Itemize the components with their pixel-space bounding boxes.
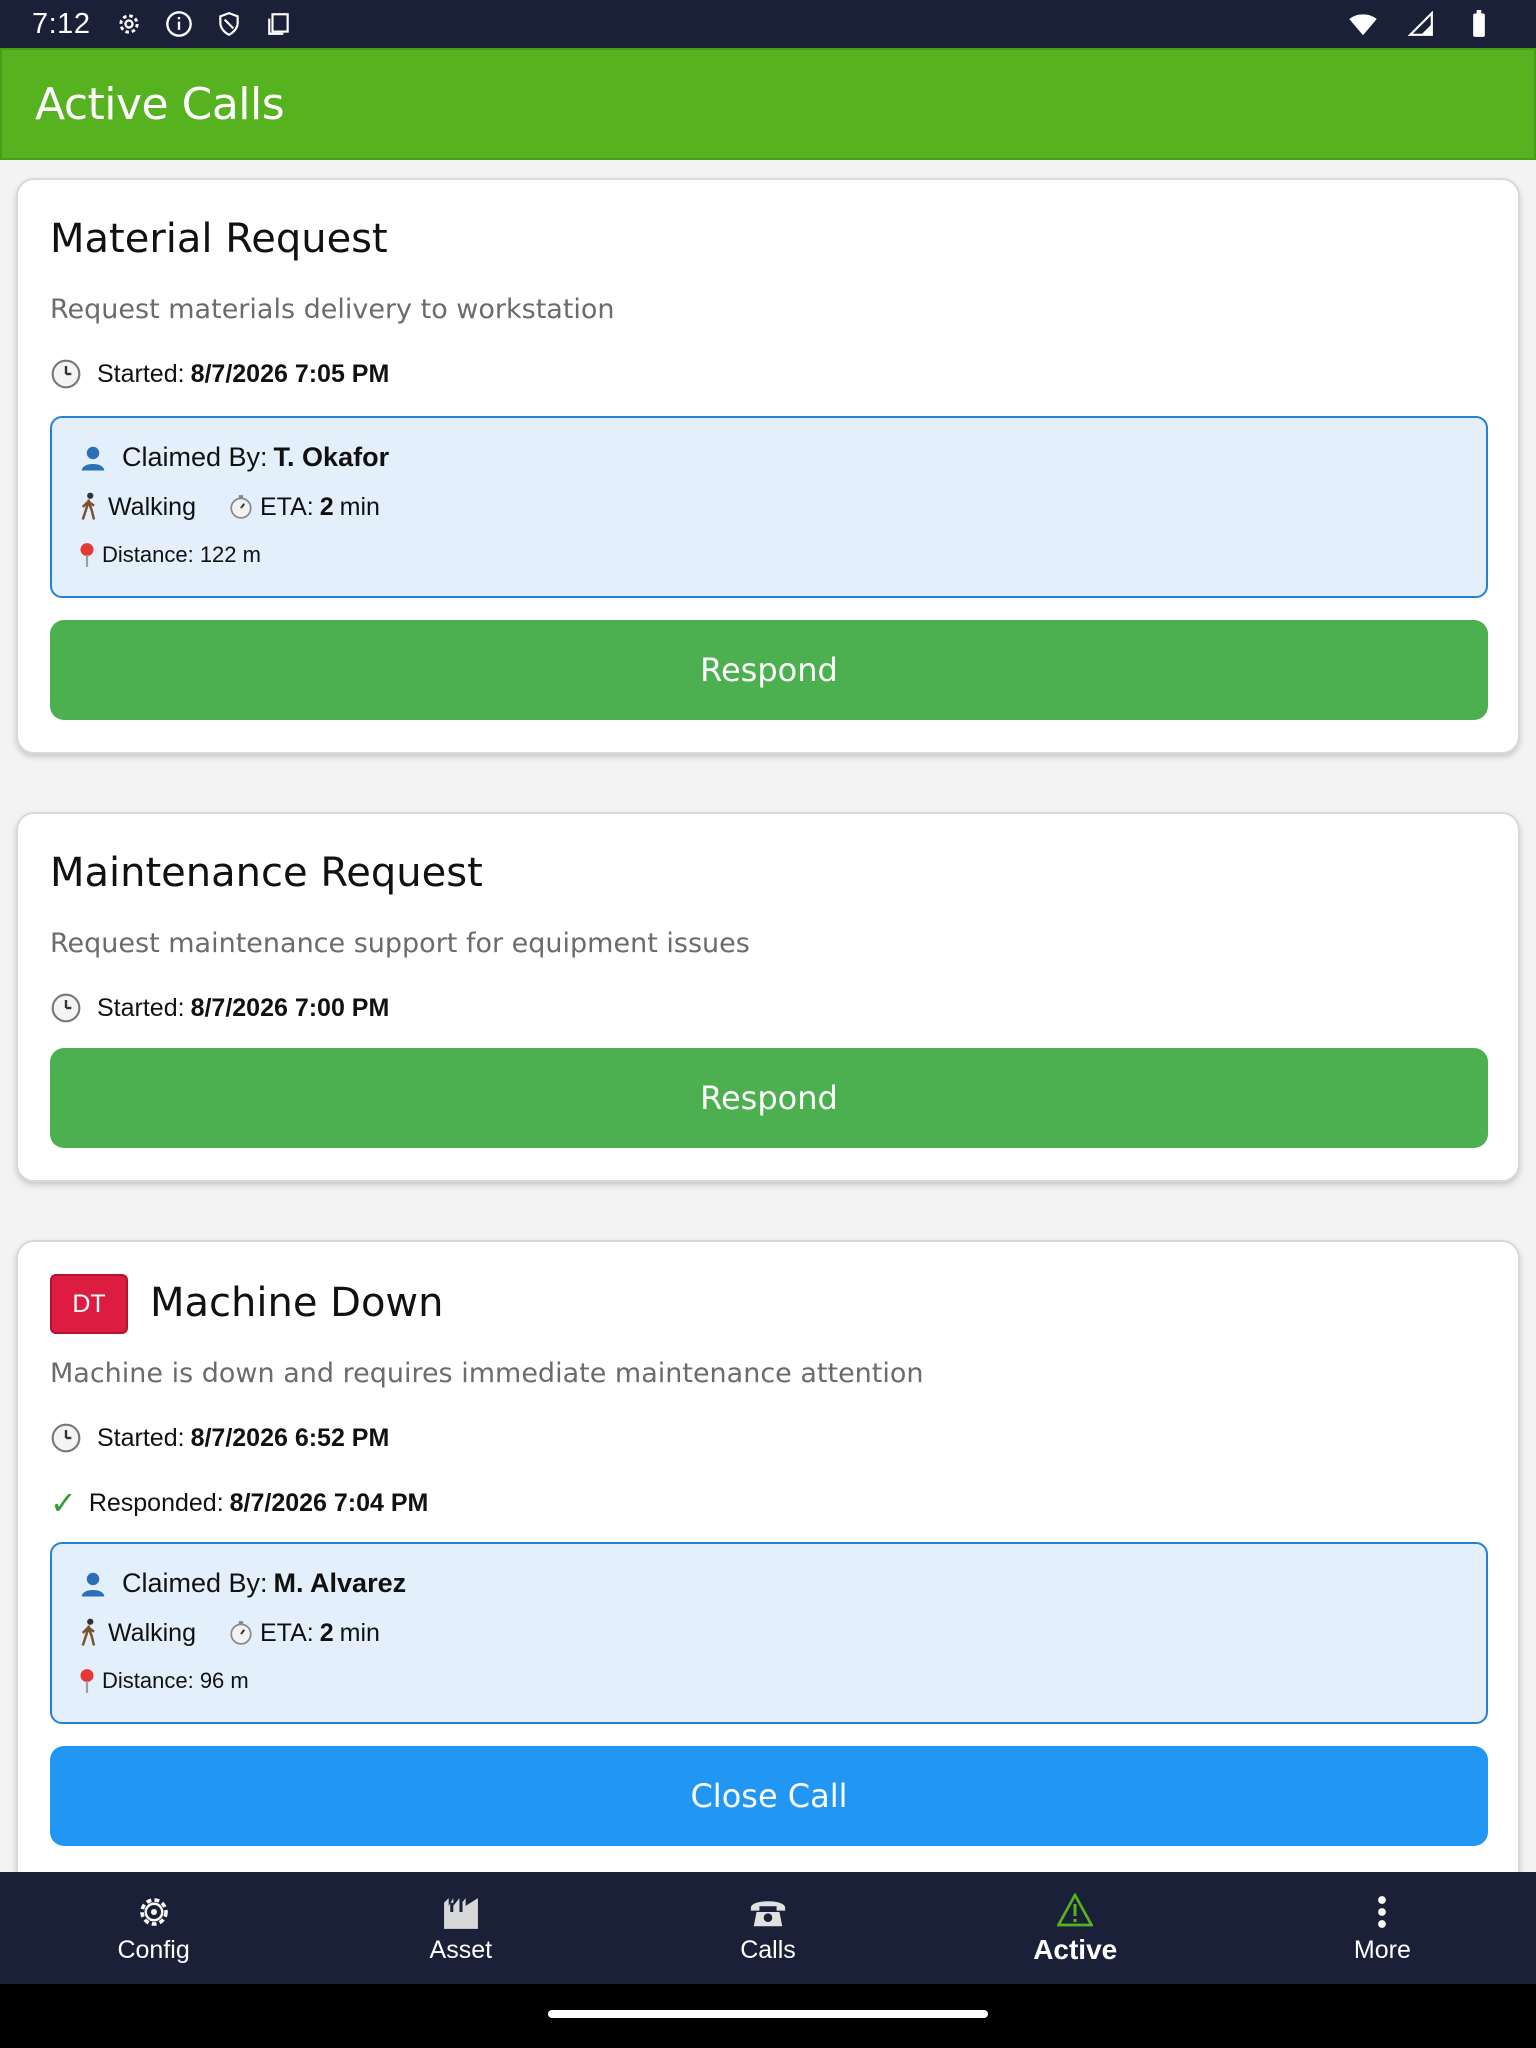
nav-label-asset: Asset [429,1935,493,1964]
responded-label: Responded: [88,1488,224,1517]
claimed-by-name: M. Alvarez [273,1568,407,1598]
travel-row: Walking ETA: 2 min [78,1618,380,1648]
started-value: 8/7/2026 7:00 PM [190,993,390,1022]
claimed-by-row: Claimed By: M. Alvarez [78,1568,412,1599]
nav-item-more[interactable]: More [1229,1872,1536,1984]
started-label: Started: [97,993,185,1022]
walking-icon [78,1618,100,1648]
started-value: 8/7/2026 7:05 PM [190,359,390,388]
status-bar: 7:12 [0,0,1536,48]
travel-row: Walking ETA: 2 min [78,492,380,522]
call-title: Machine Down [150,1280,444,1326]
eta-label: ETA: [260,492,314,521]
status-time: 7:12 [32,7,91,40]
app-bar: Active Calls [0,48,1536,160]
nav-label-calls: Calls [740,1935,796,1964]
timer-icon [228,494,254,520]
clock-icon [50,992,82,1024]
timer-icon [228,1620,254,1646]
claimed-by-row: Claimed By: T. Okafor [78,442,395,473]
call-title: Material Request [50,216,388,262]
respond-button[interactable]: Respond [50,620,1488,720]
nav-item-config[interactable]: Config [0,1872,307,1984]
info-status-icon [164,9,194,39]
claim-box: Claimed By: M. Alvarez Walking ETA: 2 mi… [50,1542,1488,1724]
respond-button[interactable]: Respond [50,1048,1488,1148]
factory-icon [441,1892,481,1932]
eta-value: 2 [319,492,334,521]
distance-text: Distance: 96 m [102,1668,249,1693]
bottom-nav: Config Asset Calls Active More [0,1872,1536,1984]
pin-icon [78,1668,96,1694]
nav-item-calls[interactable]: Calls [614,1872,921,1984]
screen-status-icon [264,9,294,39]
nav-item-asset[interactable]: Asset [307,1872,614,1984]
phone-icon [748,1892,788,1932]
nav-item-active[interactable]: Active [922,1872,1229,1984]
call-description: Request maintenance support for equipmen… [50,928,750,959]
gear-icon [134,1892,174,1932]
distance-row: Distance: 96 m [78,1668,249,1694]
gesture-bar [0,1984,1536,2048]
more-vertical-icon [1362,1892,1402,1932]
shield-status-icon [214,9,244,39]
settings-status-icon [114,9,144,39]
call-card-maintenance-request: Maintenance Request Request maintenance … [16,812,1520,1182]
claim-box: Claimed By: T. Okafor Walking ETA: 2 min [50,416,1488,598]
call-description: Request materials delivery to workstatio… [50,294,615,325]
person-icon [78,1569,110,1599]
signal-icon [1406,9,1436,39]
started-row: Started: 8/7/2026 7:00 PM [50,992,389,1024]
distance-text: Distance: 122 m [102,542,261,567]
call-card-machine-down: DT Machine Down Machine is down and requ… [16,1240,1520,1872]
started-value: 8/7/2026 6:52 PM [190,1423,390,1452]
page-title: Active Calls [35,78,285,130]
call-card-material-request: Material Request Request materials deliv… [16,178,1520,754]
walking-icon [78,492,100,522]
check-icon: ✓ [50,1485,77,1521]
warning-icon [1055,1890,1095,1930]
clock-icon [50,1422,82,1454]
call-description: Machine is down and requires immediate m… [50,1358,924,1389]
nav-label-more: More [1353,1935,1411,1964]
started-label: Started: [97,359,185,388]
eta-unit: min [339,492,380,521]
travel-mode: Walking [108,492,196,521]
eta-label: ETA: [260,1618,314,1647]
wifi-icon [1348,9,1378,39]
started-row: Started: 8/7/2026 6:52 PM [50,1422,389,1454]
active-calls-list[interactable]: Material Request Request materials deliv… [0,160,1536,1872]
claimed-by-name: T. Okafor [273,442,390,472]
person-icon [78,443,110,473]
clock-icon [50,358,82,390]
travel-mode: Walking [108,1618,196,1647]
nav-label-active: Active [1033,1934,1118,1965]
nav-label-config: Config [117,1935,190,1964]
claimed-by-label: Claimed By: [122,442,268,472]
started-row: Started: 8/7/2026 7:05 PM [50,358,389,390]
responded-row: ✓ Responded: 8/7/2026 7:04 PM [50,1484,428,1522]
responded-value: 8/7/2026 7:04 PM [229,1488,429,1517]
distance-row: Distance: 122 m [78,542,261,568]
call-title: Maintenance Request [50,850,483,896]
close-call-button[interactable]: Close Call [50,1746,1488,1846]
pin-icon [78,542,96,568]
home-gesture-handle[interactable] [548,2010,988,2018]
started-label: Started: [97,1423,185,1452]
downtime-badge: DT [50,1274,128,1334]
eta-value: 2 [319,1618,334,1647]
eta-unit: min [339,1618,380,1647]
battery-icon [1464,9,1494,39]
claimed-by-label: Claimed By: [122,1568,268,1598]
